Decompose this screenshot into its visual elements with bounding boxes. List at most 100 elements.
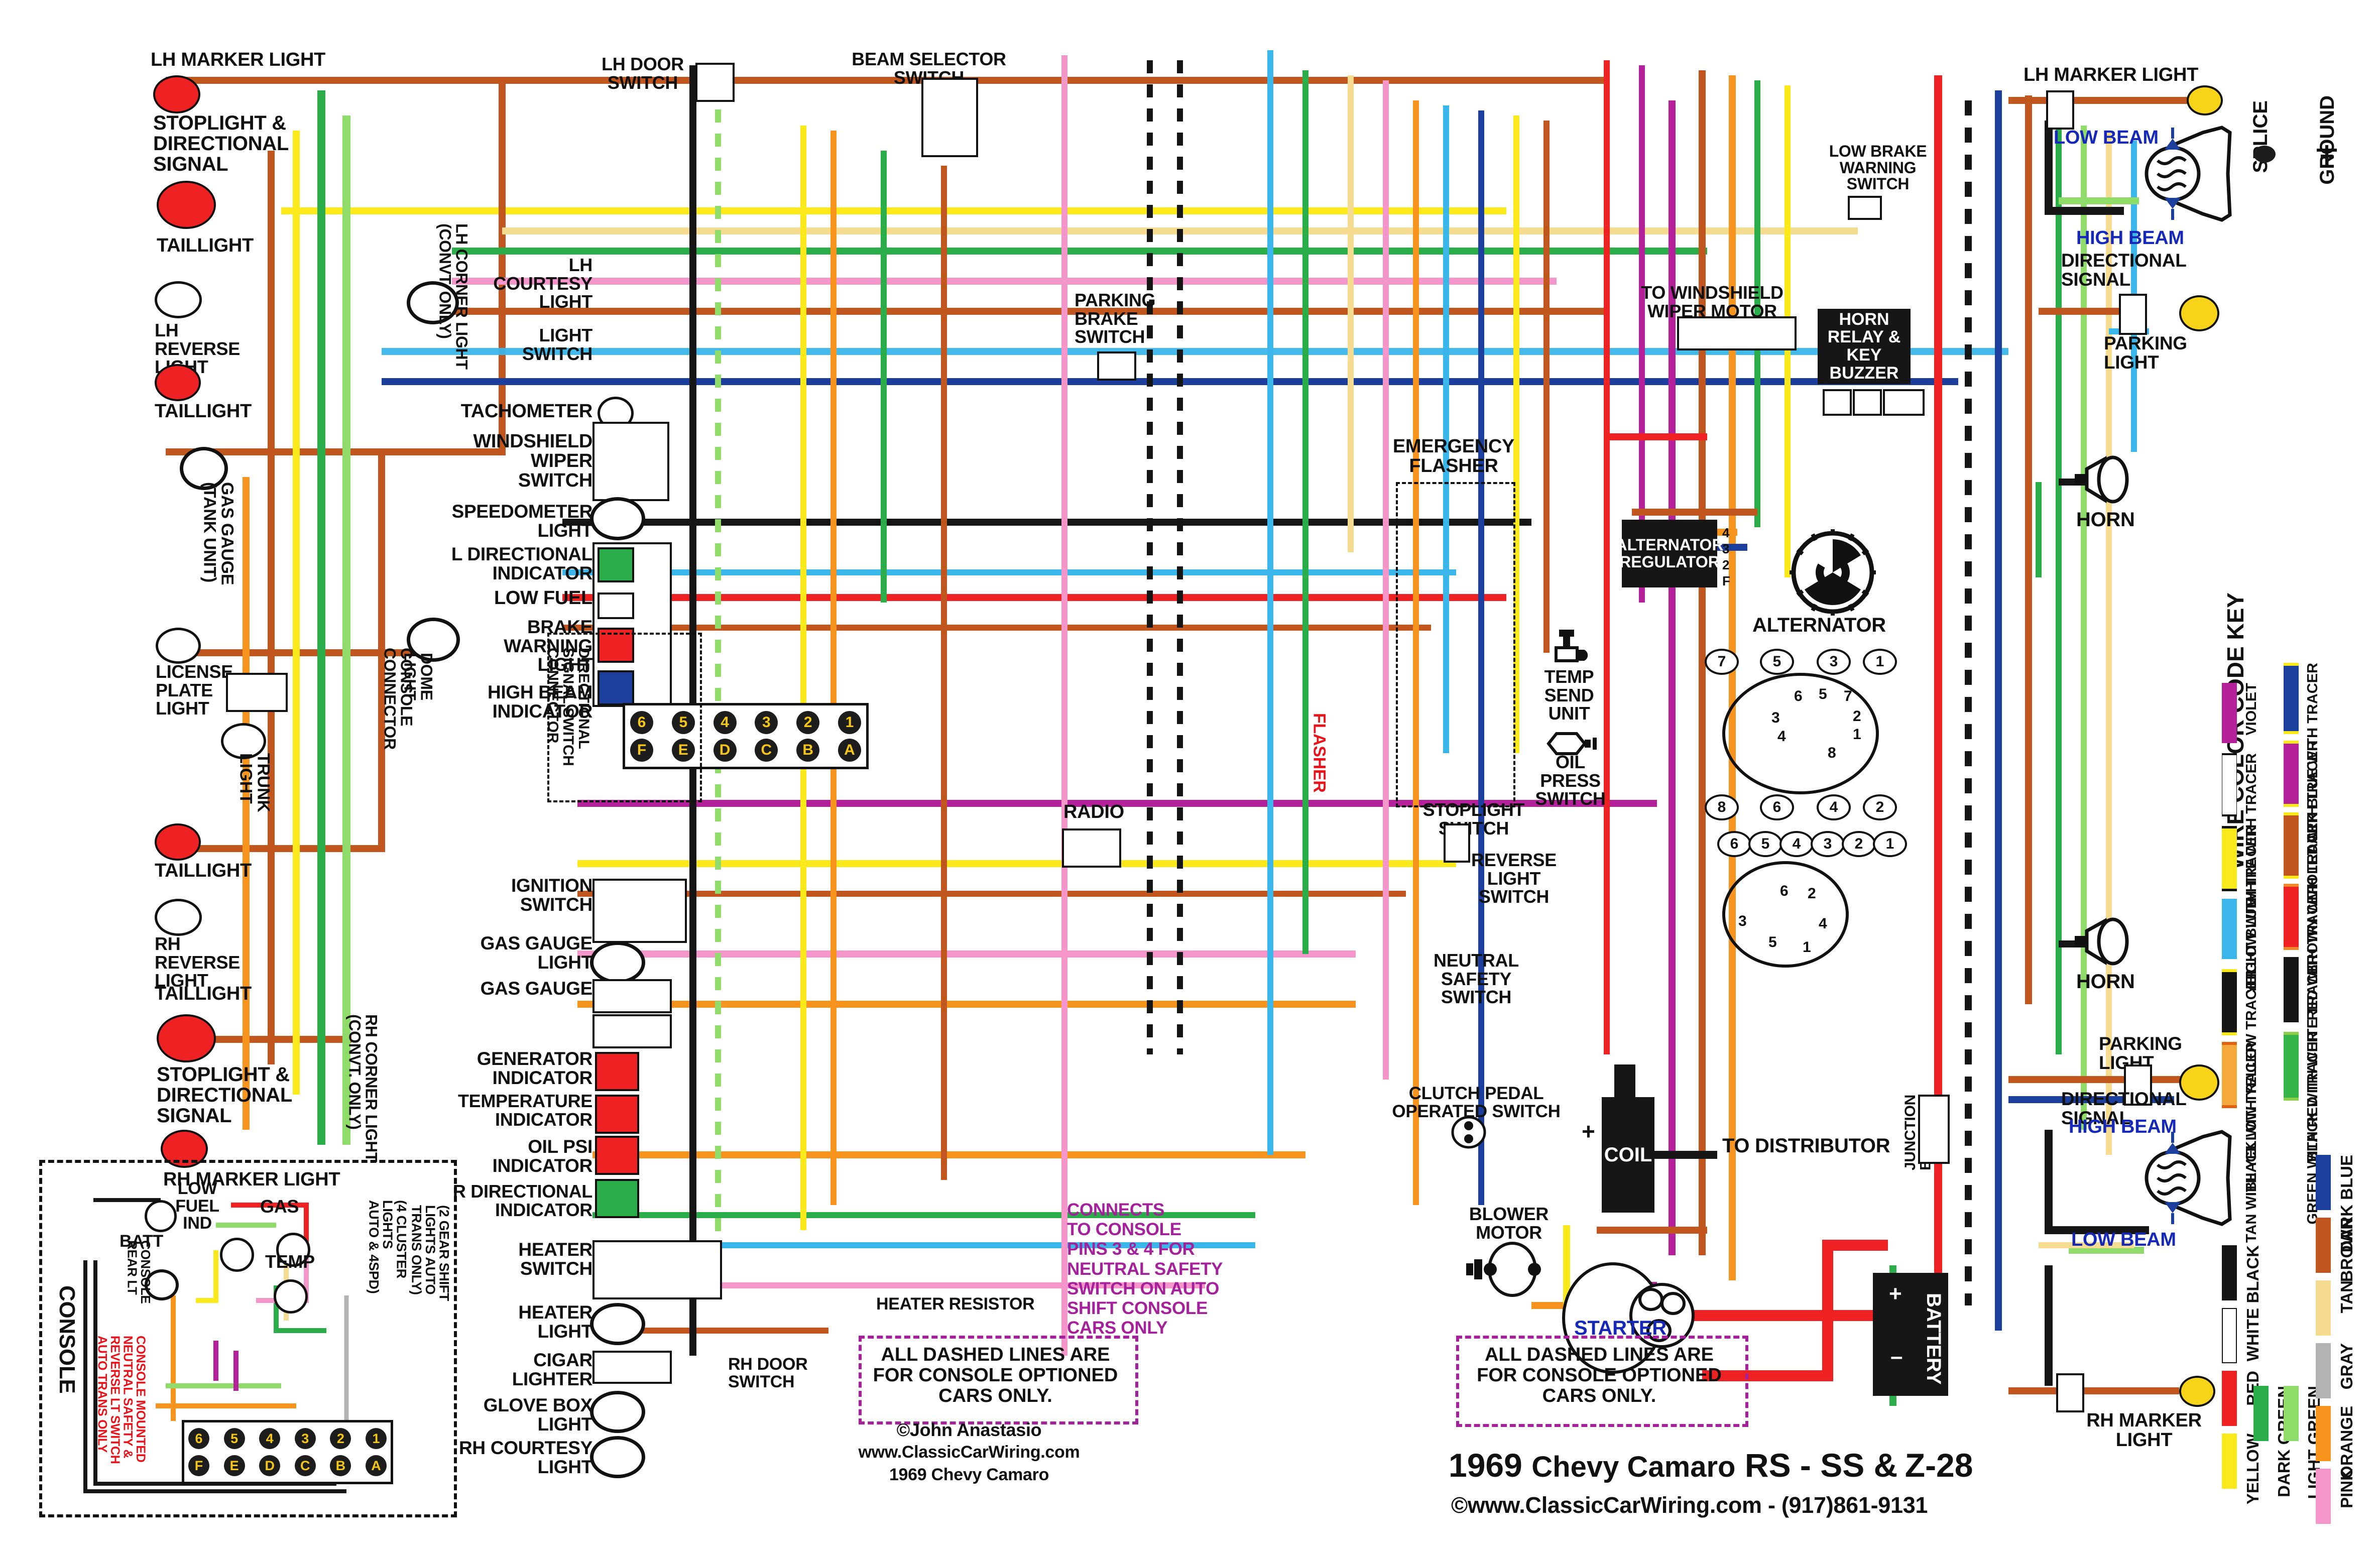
console-pin-e: E bbox=[223, 1455, 245, 1476]
dist-l6-outer-5: 5 bbox=[1748, 831, 1782, 857]
label-console-connector: CONSOLE CONNECTOR bbox=[381, 648, 416, 750]
trunk-light-switch-box bbox=[226, 673, 288, 712]
key-swatch-light-green bbox=[2284, 1386, 2299, 1441]
splice-icon bbox=[2253, 146, 2276, 163]
dist-l6-inner-4: 4 bbox=[1819, 915, 1827, 932]
title-block: 1969 Chevy Camaro RS - SS & Z-28 bbox=[1449, 1446, 1973, 1484]
key-label-tan: TAN bbox=[2337, 1280, 2356, 1314]
pin-2: 2 bbox=[796, 710, 820, 734]
alternator-regulator: ALTERNATOR REGULATOR bbox=[1615, 520, 1724, 587]
horn-top-icon bbox=[2075, 455, 2129, 504]
label-oil-press-switch: OIL PRESS SWITCH bbox=[1535, 752, 1606, 809]
headlamp-top-icon bbox=[2145, 126, 2232, 222]
key-label-pink: PINK bbox=[2337, 1469, 2356, 1508]
dist-l6-outer-6: 6 bbox=[1717, 831, 1751, 857]
pin-1: 1 bbox=[838, 710, 861, 734]
dist-v8-outer-5: 5 bbox=[1760, 649, 1794, 675]
console-pin-4: 4 bbox=[259, 1428, 281, 1449]
dist-v8-inner-1: 1 bbox=[1853, 726, 1861, 743]
battery-minus-terminal: – bbox=[1890, 1344, 1903, 1369]
label-rh-corner-light: RH CORNER LIGHT (CONVT. ONLY) bbox=[345, 1014, 381, 1162]
clutch-switch-icon bbox=[1451, 1116, 1486, 1149]
wiper-motor-connector[interactable] bbox=[1677, 316, 1797, 350]
lh-marker-bulb-front bbox=[2187, 85, 2223, 115]
lh-door-switch-body[interactable] bbox=[695, 63, 735, 102]
title-z28: 28 bbox=[1936, 1447, 1973, 1484]
key-label-yellow: YELLOW bbox=[2243, 1434, 2262, 1505]
label-emergency-flasher: EMERGENCY FLASHER bbox=[1392, 436, 1515, 477]
cigar-lighter-body[interactable] bbox=[592, 1351, 672, 1384]
label-console-pins-note: CONNECTS TO CONSOLE PINS 3 & 4 FOR NEUTR… bbox=[1067, 1200, 1223, 1338]
dist-v8-inner-7: 7 bbox=[1844, 688, 1852, 704]
dist-v8-inner-3: 3 bbox=[1771, 709, 1780, 726]
key-swatch-pink bbox=[2316, 1469, 2331, 1524]
low-brake-warning-switch-body[interactable] bbox=[1848, 196, 1882, 220]
label-console-temp: TEMP bbox=[265, 1251, 315, 1272]
key-swatch-tan-yellow-tracer bbox=[2222, 1042, 2237, 1108]
horn-relay-key-buzzer: HORN RELAY & KEY BUZZER bbox=[1818, 309, 1911, 384]
dist-v8-outer-1: 1 bbox=[1863, 649, 1897, 675]
label-ground: GROUND bbox=[2316, 95, 2338, 185]
pin-a: A bbox=[838, 738, 861, 762]
regulator-pin-3: 3 bbox=[1722, 541, 1730, 556]
label-author-site: www.ClassicCarWiring.com bbox=[858, 1443, 1080, 1462]
horn-bottom-icon bbox=[2075, 917, 2129, 966]
title-z: Z- bbox=[1905, 1447, 1937, 1484]
battery-label: BATTERY bbox=[1922, 1293, 1945, 1385]
label-low-beam-bottom: LOW BEAM bbox=[2071, 1229, 2176, 1250]
label-windshield-wiper-switch: WINDSHIELD WIPER SWITCH bbox=[473, 431, 592, 491]
right-directional-indicator-lamp bbox=[595, 1179, 639, 1218]
console-pin-3: 3 bbox=[294, 1428, 316, 1449]
junction-block-body[interactable] bbox=[1918, 1095, 1950, 1164]
dist-v8-inner-5: 5 bbox=[1819, 686, 1827, 702]
parking-brake-switch-body[interactable] bbox=[1097, 351, 1136, 381]
key-swatch-red bbox=[2222, 1371, 2237, 1426]
console-pin-b: B bbox=[330, 1455, 351, 1476]
rh-marker-connector-front bbox=[2056, 1373, 2084, 1412]
key-swatch-red-tracer bbox=[2284, 884, 2299, 950]
key-swatch-light-blue bbox=[2222, 899, 2237, 959]
pin-c: C bbox=[755, 738, 778, 762]
dist-l6-inner-5: 5 bbox=[1768, 934, 1777, 950]
pin-4: 4 bbox=[713, 710, 737, 734]
dist-l6-outer-3: 3 bbox=[1811, 831, 1845, 857]
radio-body[interactable] bbox=[1062, 828, 1121, 868]
label-tachometer: TACHOMETER bbox=[460, 401, 593, 422]
dist-v8-outer-6: 6 bbox=[1760, 794, 1794, 820]
dist-v8-outer-8: 8 bbox=[1705, 794, 1739, 820]
label-temperature-indicator: TEMPERATURE INDICATOR bbox=[457, 1091, 592, 1130]
dist-l6-outer-4: 4 bbox=[1779, 831, 1814, 857]
regulator-pin-4: 4 bbox=[1722, 525, 1730, 540]
lh-marker-connector-front bbox=[2046, 90, 2074, 130]
ignition-switch-body[interactable] bbox=[592, 879, 687, 943]
key-swatch-dark-green bbox=[2253, 1386, 2269, 1441]
label-console-mounted-note: CONSOLE MOUNTED NEUTRAL SAFETY & REVERSE… bbox=[95, 1336, 148, 1464]
console-pin-2: 2 bbox=[330, 1428, 351, 1449]
key-label-gray: GRAY bbox=[2337, 1343, 2356, 1390]
label-dashed-note-left: ALL DASHED LINES ARE FOR CONSOLE OPTIONE… bbox=[873, 1344, 1118, 1407]
coil: COIL bbox=[1602, 1097, 1654, 1213]
label-stoplight-directional-signal: STOPLIGHT & DIRECTIONAL SIGNAL bbox=[153, 112, 289, 175]
label-high-beam-top: HIGH BEAM bbox=[2076, 227, 2184, 249]
wiper-switch-connector[interactable] bbox=[592, 422, 669, 501]
label-gas-gauge-light: GAS GAUGE LIGHT bbox=[480, 933, 593, 973]
wiring-diagram-sheet: LH MARKER LIGHT STOPLIGHT & DIRECTIONAL … bbox=[0, 0, 2380, 1546]
rh-reverse-lamp-icon bbox=[155, 899, 202, 936]
label-gas-gauge-tank-unit: GAS GAUGE (TANK UNIT) bbox=[200, 482, 237, 585]
label-l-directional-indicator: L DIRECTIONAL INDICATOR bbox=[451, 544, 592, 583]
label-horn-top: HORN bbox=[2076, 509, 2135, 531]
label-taillight-3: TAILLIGHT bbox=[155, 860, 252, 881]
label-cluster-4: (4 CLUSTER LIGHTS AUTO & 4SPD) bbox=[366, 1200, 409, 1294]
lh-marker-bulb bbox=[153, 75, 200, 113]
label-stoplight-directional-signal-2: STOPLIGHT & DIRECTIONAL SIGNAL bbox=[157, 1063, 293, 1127]
rh-courtesy-lamp-icon bbox=[590, 1436, 645, 1478]
dist-l6-inner-6: 6 bbox=[1780, 883, 1789, 899]
left-directional-indicator-lamp bbox=[598, 547, 634, 582]
label-neutral-safety-switch: NEUTRAL SAFETY SWITCH bbox=[1434, 950, 1519, 1008]
label-lh-courtesy-light: LH COURTESY LIGHT bbox=[493, 255, 592, 312]
heater-switch-body[interactable] bbox=[592, 1240, 722, 1299]
label-heater-resistor: HEATER RESISTOR bbox=[876, 1294, 1035, 1314]
console-pinblock[interactable]: 6 5 4 3 2 1 F E D C B A bbox=[182, 1420, 393, 1484]
beam-selector-switch-body[interactable] bbox=[921, 78, 978, 157]
rh-marker-bulb-front bbox=[2179, 1376, 2215, 1407]
